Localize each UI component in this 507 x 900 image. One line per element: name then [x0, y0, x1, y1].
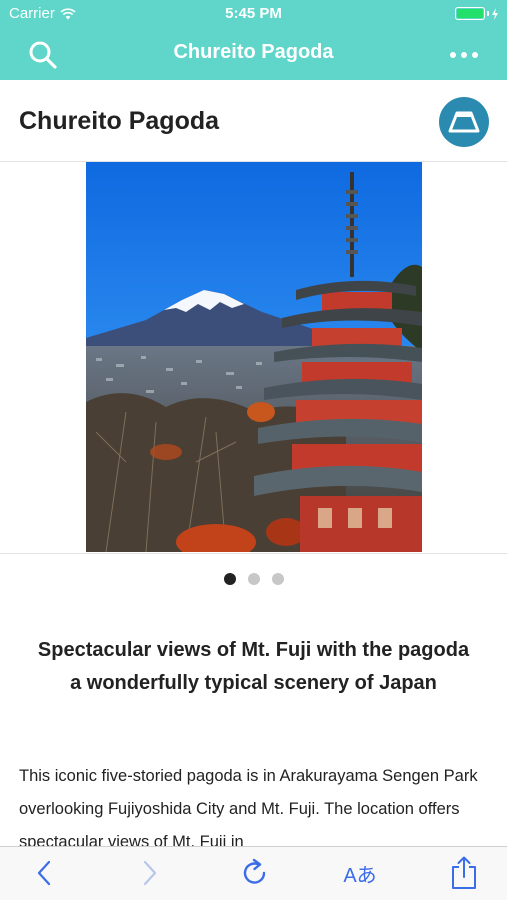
battery-icon	[455, 7, 499, 20]
page-dot-1[interactable]	[223, 573, 236, 585]
text-size-label: Aあ	[343, 864, 377, 887]
page-indicator[interactable]	[0, 573, 507, 585]
article-headline: Spectacular views of Mt. Fuji with the p…	[37, 639, 470, 694]
share-icon	[452, 856, 476, 889]
share-button[interactable]	[446, 855, 482, 891]
charging-icon	[492, 7, 498, 20]
more-icon	[450, 52, 456, 58]
page-dot-2[interactable]	[247, 573, 260, 585]
status-bar: Carrier 5:45 PM	[0, 0, 507, 28]
navigation-bar: Chureito Pagoda	[0, 28, 507, 80]
reload-button[interactable]	[237, 855, 273, 891]
bottom-toolbar: Aあ	[0, 846, 507, 900]
mt-fuji-logo-icon[interactable]	[439, 97, 489, 147]
pagoda-photo	[86, 162, 422, 552]
reload-icon	[243, 858, 266, 884]
page-header: Chureito Pagoda	[0, 80, 507, 162]
forward-button[interactable]	[132, 855, 168, 891]
chevron-right-icon	[143, 860, 157, 886]
text-size-button[interactable]: Aあ	[335, 855, 385, 891]
status-time: 5:45 PM	[225, 5, 282, 22]
chevron-left-icon	[37, 860, 51, 886]
article-body: This iconic five-storied pagoda is in Ar…	[19, 767, 478, 846]
more-button[interactable]	[445, 36, 483, 74]
nav-title: Chureito Pagoda	[173, 41, 334, 63]
back-button[interactable]	[26, 855, 62, 891]
page-title: Chureito Pagoda	[19, 107, 220, 135]
image-carousel[interactable]	[0, 162, 507, 554]
page-dot-3[interactable]	[271, 573, 284, 585]
